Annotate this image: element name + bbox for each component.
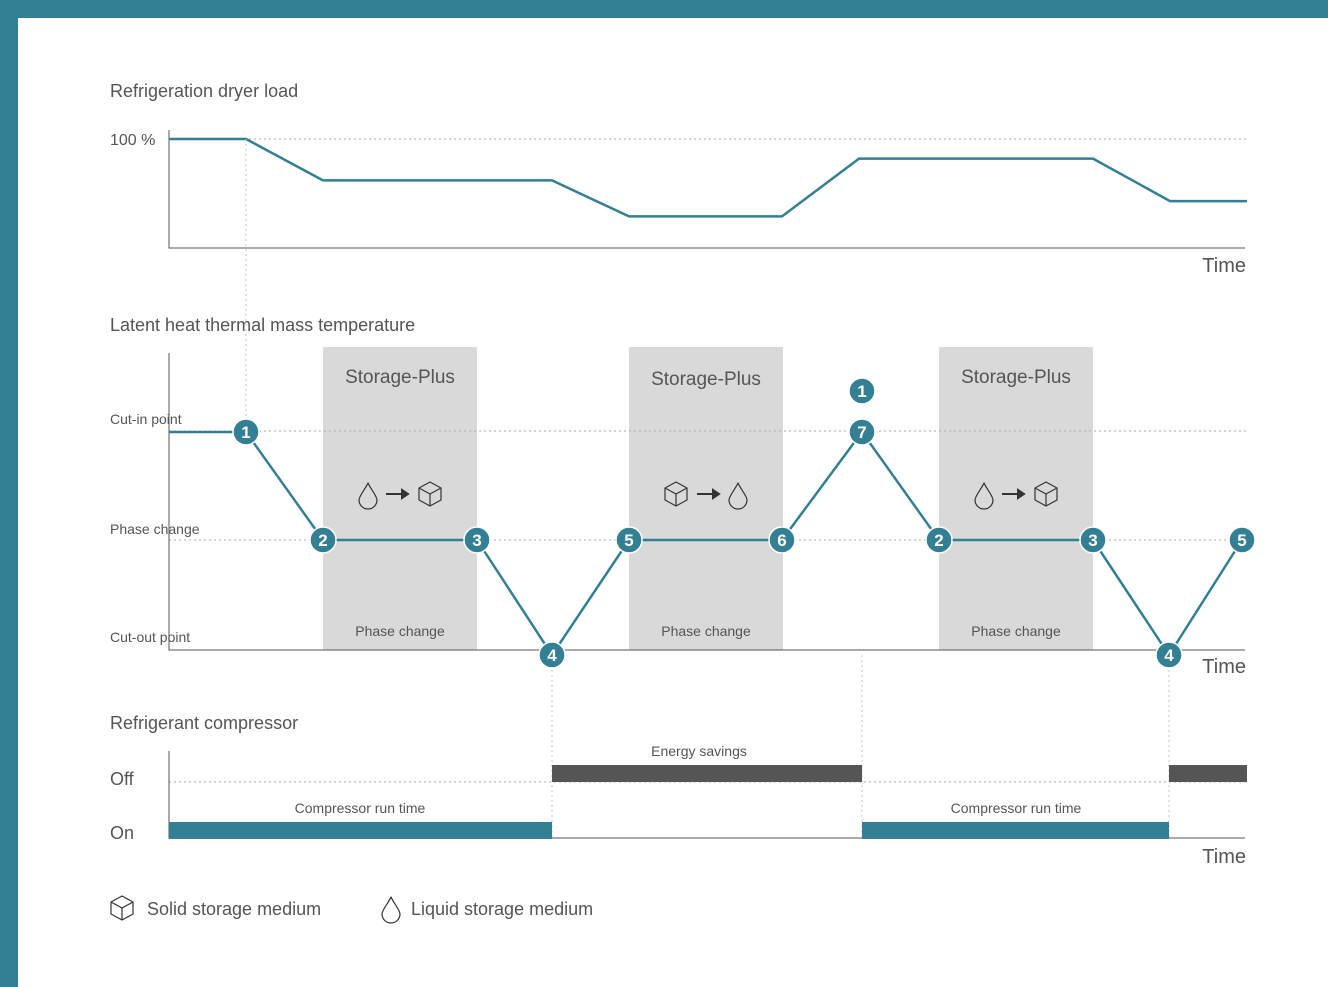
compressor-run-time-label: Compressor run time	[295, 800, 426, 816]
cube-icon	[110, 895, 134, 921]
band-background	[629, 347, 783, 650]
step-marker: 2	[309, 526, 337, 554]
compressor-run-time-label: Compressor run time	[951, 800, 1082, 816]
band-title: Storage-Plus	[345, 367, 455, 388]
band-title: Storage-Plus	[651, 369, 761, 390]
compressor-panel-title: Refrigerant compressor	[110, 713, 298, 733]
load-series-line	[169, 137, 1247, 218]
load-axes	[168, 130, 1245, 249]
compressor-on-bar	[169, 822, 552, 839]
compressor-off-bar	[1169, 765, 1247, 782]
load-time-label: Time	[1202, 255, 1246, 277]
legend-solid-label: Solid storage medium	[147, 899, 321, 919]
temperature-panel-title: Latent heat thermal mass temperature	[110, 315, 415, 335]
phase-change-label: Phase change	[110, 521, 200, 537]
step-marker-number: 3	[472, 531, 481, 550]
step-marker: 5	[1228, 526, 1256, 554]
off-label: Off	[110, 769, 135, 789]
step-marker: 3	[1079, 526, 1107, 554]
storage-plus-diagram: Refrigeration dryer load 100 % Time Late…	[110, 81, 1256, 924]
storage-plus-band: Storage-Plus Phase change	[939, 347, 1093, 650]
cut-in-point-label: Cut-in point	[110, 411, 182, 427]
band-background	[323, 347, 477, 650]
step-marker: 2	[925, 526, 953, 554]
storage-plus-band: Storage-Plus Phase change	[323, 347, 477, 650]
legend-solid	[110, 895, 134, 921]
step-marker-number: 7	[857, 423, 866, 442]
step-marker: 3	[463, 526, 491, 554]
step-marker-number: 3	[1088, 531, 1097, 550]
compressor-off-bar	[552, 765, 862, 782]
band-subtitle: Phase change	[661, 623, 751, 639]
storage-plus-bands: Storage-Plus Phase change Storage-Plus P…	[323, 347, 1093, 650]
step-marker: 4	[538, 641, 566, 669]
step-marker-number: 2	[934, 531, 943, 550]
band-background	[939, 347, 1093, 650]
band-subtitle: Phase change	[971, 623, 1061, 639]
band-title: Storage-Plus	[961, 367, 1071, 388]
step-marker-number: 1	[241, 423, 250, 442]
step-marker: 5	[615, 526, 643, 554]
compressor-time-label: Time	[1202, 846, 1246, 868]
legend-liquid-label: Liquid storage medium	[411, 899, 593, 919]
step-marker: 1	[848, 377, 876, 405]
load-100-percent-label: 100 %	[110, 132, 155, 149]
step-marker: 1	[232, 418, 260, 446]
step-marker-number: 6	[777, 531, 786, 550]
droplet-icon	[381, 896, 401, 924]
band-subtitle: Phase change	[355, 623, 445, 639]
temperature-time-label: Time	[1202, 656, 1246, 678]
on-label: On	[110, 823, 134, 843]
energy-savings-label: Energy savings	[651, 743, 747, 759]
step-marker-number: 4	[547, 646, 557, 665]
step-marker: 6	[768, 526, 796, 554]
cut-out-point-label: Cut-out point	[110, 629, 190, 645]
compressor-on-bar	[862, 822, 1169, 839]
step-marker: 7	[848, 418, 876, 446]
step-marker-number: 5	[624, 531, 633, 550]
storage-plus-band: Storage-Plus Phase change	[629, 347, 783, 650]
step-marker-number: 4	[1164, 646, 1174, 665]
step-marker-number: 5	[1237, 531, 1246, 550]
step-marker-number: 1	[857, 382, 866, 401]
step-marker: 4	[1155, 641, 1183, 669]
step-marker-number: 2	[318, 531, 327, 550]
load-panel-title: Refrigeration dryer load	[110, 81, 298, 101]
